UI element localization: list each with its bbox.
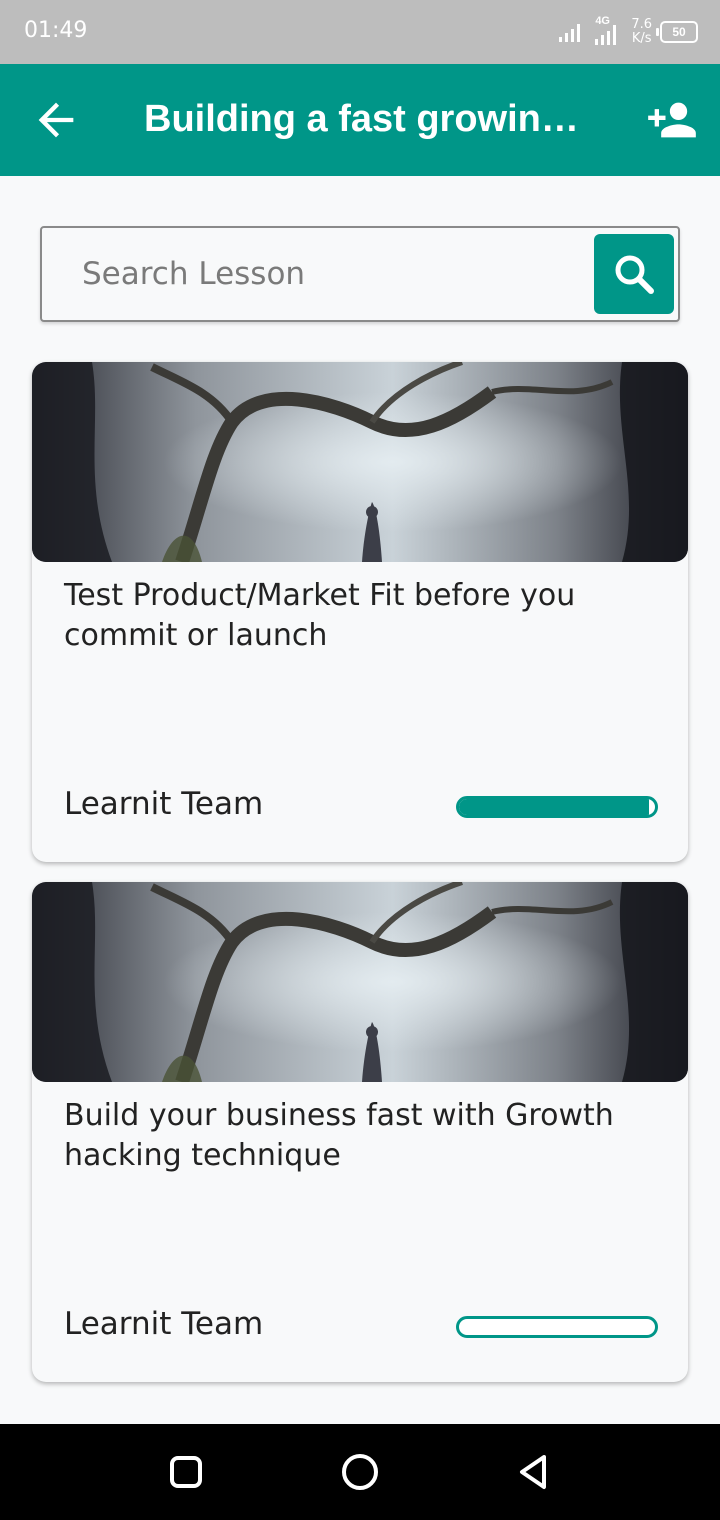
person-add-icon [648, 102, 696, 138]
network-signal: 4G [593, 15, 623, 47]
status-bar: 01:49 4G 7.6 K/s 50 [0, 0, 720, 64]
status-time: 01:49 [24, 18, 88, 43]
signal-icon [559, 24, 581, 42]
lesson-author: Learnit Team [64, 1306, 264, 1342]
net-speed: 7.6 K/s [631, 18, 652, 46]
lesson-progress-bar [456, 796, 658, 818]
system-nav-bar [0, 1424, 720, 1520]
lesson-progress-bar [456, 1316, 658, 1338]
lesson-author: Learnit Team [64, 786, 264, 822]
back-nav-button[interactable] [510, 1448, 558, 1496]
page-title: Building a fast growing... [144, 98, 594, 140]
search-input[interactable] [80, 250, 584, 298]
status-icons: 4G 7.6 K/s 50 [559, 14, 698, 50]
search-button[interactable] [594, 234, 674, 314]
lesson-thumbnail [32, 882, 688, 1082]
signal-4g-icon [595, 25, 617, 45]
search-box [40, 226, 680, 322]
home-button[interactable] [336, 1448, 384, 1496]
net-speed-value: 7.6 [631, 17, 652, 32]
square-icon [170, 1456, 202, 1488]
net-speed-unit: K/s [631, 31, 652, 46]
lesson-card[interactable]: Test Product/Market Fit before you commi… [32, 362, 688, 862]
add-member-button[interactable] [644, 94, 700, 146]
search-icon [615, 255, 654, 294]
lesson-title: Test Product/Market Fit before you commi… [64, 578, 576, 653]
triangle-back-icon [520, 1455, 546, 1489]
recents-button[interactable] [162, 1448, 210, 1496]
lesson-progress-fill [459, 799, 650, 815]
app-bar: Building a fast growing... [0, 64, 720, 176]
arrow-left-icon [38, 102, 74, 138]
lesson-title: Build your business fast with Growth hac… [64, 1098, 614, 1173]
lesson-card[interactable]: Build your business fast with Growth hac… [32, 882, 688, 1382]
circle-icon [342, 1454, 378, 1490]
battery-icon: 50 [656, 21, 698, 43]
lesson-thumbnail [32, 362, 688, 562]
back-button[interactable] [30, 94, 82, 146]
